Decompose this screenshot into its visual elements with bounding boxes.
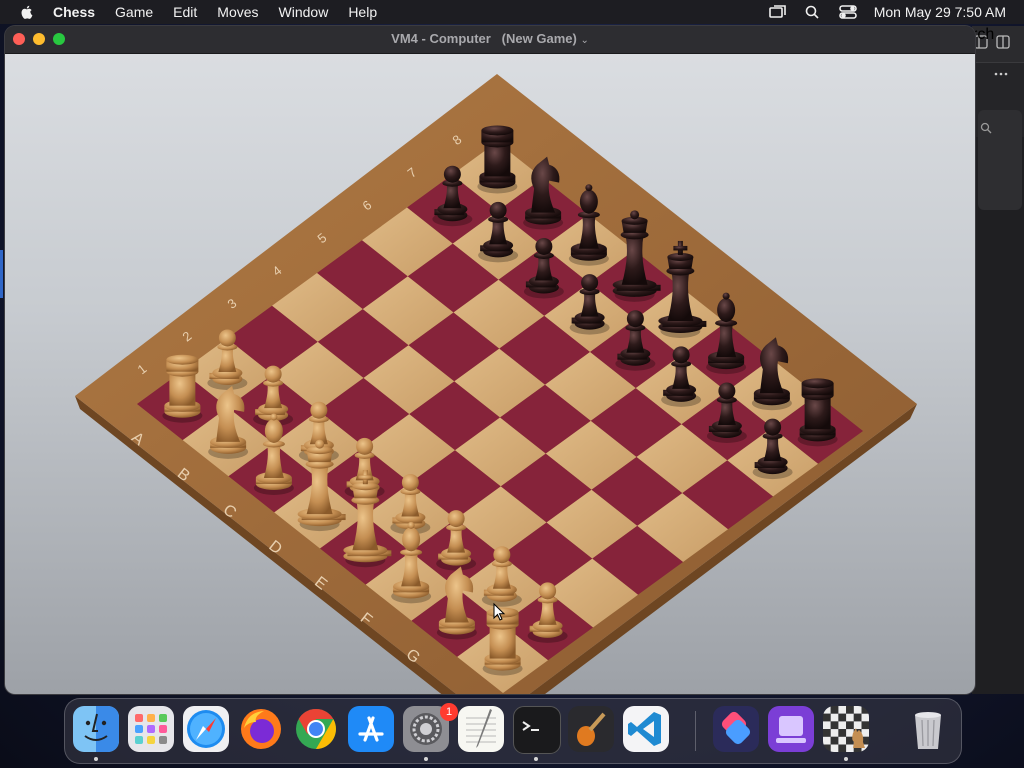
garageband-icon [568, 706, 614, 752]
chess-icon-square [838, 706, 847, 714]
chess-icon-square [823, 706, 831, 714]
chess-icon-square [861, 713, 869, 722]
chess-icon-square [846, 706, 854, 714]
chrome-icon [296, 709, 336, 749]
dock-running-indicator [424, 757, 428, 761]
chess-board-view[interactable]: 87654321ABCDEFG [5, 54, 975, 694]
chess-icon-square [861, 721, 869, 730]
menu-game[interactable]: Game [115, 4, 153, 20]
window-titlebar[interactable]: VM4 - Computer (New Game) ⌄ [5, 26, 975, 54]
shortcuts-icon [721, 711, 751, 745]
chess-icon-square [838, 736, 847, 745]
chess-icon-square [838, 713, 847, 722]
chess-icon-square [830, 736, 839, 745]
chess-icon-square [830, 713, 839, 722]
chess-icon-square [823, 744, 831, 752]
chess-icon-square [846, 744, 854, 752]
chess-icon-square [823, 721, 831, 730]
more-options-icon[interactable] [994, 71, 1008, 77]
vscode-icon [628, 712, 661, 746]
dock-vscode[interactable] [623, 706, 669, 752]
chess-icon-square [830, 729, 839, 737]
dock-finder[interactable] [73, 706, 119, 752]
menu-help[interactable]: Help [348, 4, 377, 20]
dock-chrome[interactable] [293, 706, 339, 752]
chess-icon-square [823, 713, 831, 722]
menu-moves[interactable]: Moves [217, 4, 258, 20]
dock-terminal[interactable] [513, 706, 561, 754]
chess-icon-square [823, 729, 831, 737]
dock-simulator[interactable] [768, 706, 814, 752]
terminal-icon [522, 721, 539, 731]
background-window-edge [0, 250, 3, 298]
background-search-label: rch [972, 26, 995, 43]
chess-icon-square [853, 721, 862, 730]
chess-icon-square [830, 721, 839, 730]
menu-bar: Chess Game Edit Moves Window Help Mon Ma… [0, 0, 1024, 24]
screen-mirroring-icon[interactable] [768, 5, 787, 19]
settings-notification-badge: 1 [440, 703, 458, 721]
menu-edit[interactable]: Edit [173, 4, 197, 20]
menu-clock[interactable]: Mon May 29 7:50 AM [874, 4, 1006, 20]
textedit-icon [466, 709, 496, 748]
launchpad-icon [135, 714, 167, 744]
app-store-icon [358, 716, 384, 742]
dock-trash[interactable] [905, 706, 951, 752]
spotlight-search-icon[interactable] [804, 5, 822, 19]
firefox-icon [241, 709, 281, 749]
trash-icon [915, 712, 941, 749]
chess-scene[interactable]: 87654321ABCDEFG [5, 54, 975, 694]
apple-menu-icon[interactable] [19, 4, 35, 20]
simulator-icon [776, 716, 806, 743]
finder-icon [73, 706, 119, 752]
control-center-icon[interactable] [838, 5, 857, 19]
chess-window[interactable]: VM4 - Computer (New Game) ⌄ 8 7 6 5 4 3 … [5, 26, 975, 694]
chess-icon-square [853, 706, 862, 714]
dock-firefox[interactable] [238, 706, 284, 752]
menu-app-chess[interactable]: Chess [53, 4, 95, 20]
chess-app-icon [823, 706, 869, 752]
dock-app-store[interactable] [348, 706, 394, 752]
dock-safari[interactable] [183, 706, 229, 752]
chess-icon-square [838, 729, 847, 737]
chess-icon-square [830, 706, 839, 714]
dock [64, 698, 962, 764]
chess-icon-square [846, 721, 854, 730]
dock-running-indicator [844, 757, 848, 761]
chevron-down-icon[interactable]: ⌄ [580, 35, 588, 46]
dock-separator [695, 711, 696, 751]
dock-shortcuts[interactable] [713, 706, 759, 752]
dock-textedit[interactable] [458, 706, 504, 752]
window-title[interactable]: VM4 - Computer (New Game) ⌄ [5, 31, 975, 46]
chess-icon-square [853, 713, 862, 722]
dock-running-indicator [94, 757, 98, 761]
dock-launchpad[interactable] [128, 706, 174, 752]
chess-icon-square [830, 744, 839, 752]
chess-icon-square [846, 713, 854, 722]
dock-garageband[interactable] [568, 706, 614, 752]
chess-icon-square [838, 744, 847, 752]
dock-running-indicator [534, 757, 538, 761]
chess-icon-square [838, 721, 847, 730]
chess-icon-square [861, 706, 869, 714]
background-search-box[interactable] [978, 110, 1022, 210]
split-view-icon[interactable] [996, 35, 1010, 49]
menu-window[interactable]: Window [279, 4, 329, 20]
safari-icon [187, 710, 225, 748]
dock-chess[interactable] [823, 706, 869, 752]
search-icon [980, 122, 992, 134]
chess-icon-square [823, 736, 831, 745]
background-window[interactable] [972, 26, 1024, 694]
window-title-text: VM4 - Computer (New Game) [391, 31, 577, 46]
